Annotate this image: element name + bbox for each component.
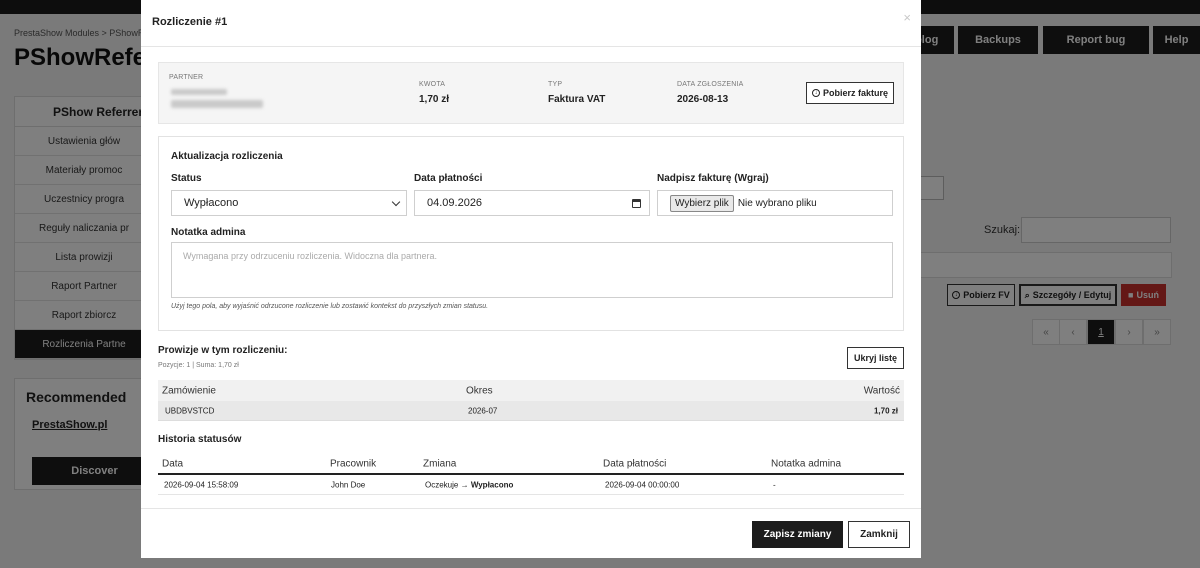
modal-header: Rozliczenie #1 × <box>141 0 921 47</box>
hide-list-label: Ukryj listę <box>853 353 898 363</box>
type-label: TYP <box>548 81 563 88</box>
payment-date-label: Data płatności <box>414 173 483 184</box>
amount-value: 1,70 zł <box>419 94 450 105</box>
col-period: Okres <box>466 385 493 396</box>
download-circle-icon: ↓ <box>811 89 820 97</box>
partner-email-redacted <box>171 100 263 108</box>
update-title: Aktualizacja rozliczenia <box>171 151 283 162</box>
close-button-label: Zamknij <box>860 529 898 540</box>
settlement-modal: Rozliczenie #1 × PARTNER KWOTA 1,70 zł T… <box>141 0 921 558</box>
order-id: UBDBVSTCD <box>165 406 215 415</box>
status-select[interactable]: Wypłacono <box>171 190 407 216</box>
order-period: 2026-07 <box>468 406 498 415</box>
history-employee: John Doe <box>331 480 366 489</box>
admin-note-placeholder: Wymagana przy odrzuceniu rozliczenia. Wi… <box>183 251 438 261</box>
invoice-upload-label: Nadpisz fakturę (Wgraj) <box>657 173 769 184</box>
invoice-file-input[interactable]: Wybierz plik Nie wybrano pliku <box>657 190 893 216</box>
close-icon[interactable]: × <box>903 10 911 25</box>
commissions-subtitle: Pozycje: 1 | Suma: 1,70 zł <box>158 362 239 369</box>
hide-list-button[interactable]: Ukryj listę <box>847 347 904 369</box>
history-note: - <box>773 480 776 489</box>
history-header: Data Pracownik Zmiana Data płatności Not… <box>158 454 904 475</box>
history-payment-date: 2026-09-04 00:00:00 <box>605 480 680 489</box>
partner-name-redacted <box>171 89 227 95</box>
status-label: Status <box>171 173 202 184</box>
payment-date-input[interactable]: 04.09.2026 <box>414 190 650 216</box>
modal-title: Rozliczenie #1 <box>152 16 228 28</box>
settlement-summary: PARTNER KWOTA 1,70 zł TYP Faktura VAT DA… <box>158 62 904 124</box>
partner-label: PARTNER <box>169 74 204 81</box>
admin-note-textarea[interactable]: Wymagana przy odrzuceniu rozliczenia. Wi… <box>171 242 893 298</box>
history-change: Oczekuje → Wypłacono <box>425 480 513 489</box>
modal-footer: Zapisz zmiany Zamknij <box>141 508 921 558</box>
download-invoice-label: Pobierz fakturę <box>822 88 889 98</box>
commissions-title: Prowizje w tym rozliczeniu: <box>158 345 288 356</box>
file-status: Nie wybrano pliku <box>737 197 817 209</box>
amount-label: KWOTA <box>419 81 446 88</box>
history-date: 2026-09-04 15:58:09 <box>164 480 239 489</box>
commissions-table: Zamówienie Okres Wartość UBDBVSTCD 2026-… <box>158 380 904 421</box>
col-order: Zamówienie <box>162 385 216 396</box>
col-admin-note: Notatka admina <box>771 458 842 469</box>
report-date-label: DATA ZGŁOSZENIA <box>677 81 744 88</box>
chevron-down-icon <box>391 197 401 207</box>
col-change: Zmiana <box>423 458 457 469</box>
status-value: Wypłacono <box>184 197 239 209</box>
arrow-right-icon: → <box>460 480 469 489</box>
col-payment-date: Data płatności <box>603 458 667 469</box>
update-settlement-panel: Aktualizacja rozliczenia Status Wypłacon… <box>158 136 904 331</box>
col-employee: Pracownik <box>330 458 377 469</box>
col-value: Wartość <box>863 385 900 396</box>
choose-file-button[interactable]: Wybierz plik <box>670 194 734 212</box>
table-row: UBDBVSTCD 2026-07 1,70 zł <box>158 401 904 421</box>
history-table: Data Pracownik Zmiana Data płatności Not… <box>158 454 904 495</box>
change-from: Oczekuje <box>425 480 459 489</box>
admin-note-label: Notatka admina <box>171 227 246 238</box>
save-changes-button[interactable]: Zapisz zmiany <box>752 521 843 548</box>
history-title: Historia statusów <box>158 434 242 445</box>
report-date-value: 2026-08-13 <box>677 94 729 105</box>
calendar-icon[interactable] <box>632 199 641 208</box>
change-to: Wypłacono <box>470 480 514 489</box>
table-row: 2026-09-04 15:58:09 John Doe Oczekuje → … <box>158 475 904 495</box>
order-value: 1,70 zł <box>873 406 898 415</box>
commissions-header: Zamówienie Okres Wartość <box>158 380 904 401</box>
admin-note-help: Użyj tego pola, aby wyjaśnić odrzucone r… <box>171 303 489 310</box>
payment-date-value: 04.09.2026 <box>427 197 483 209</box>
type-value: Faktura VAT <box>548 94 606 105</box>
col-date: Data <box>162 458 184 469</box>
close-button[interactable]: Zamknij <box>848 521 910 548</box>
download-invoice-button[interactable]: ↓ Pobierz fakturę <box>806 82 894 104</box>
